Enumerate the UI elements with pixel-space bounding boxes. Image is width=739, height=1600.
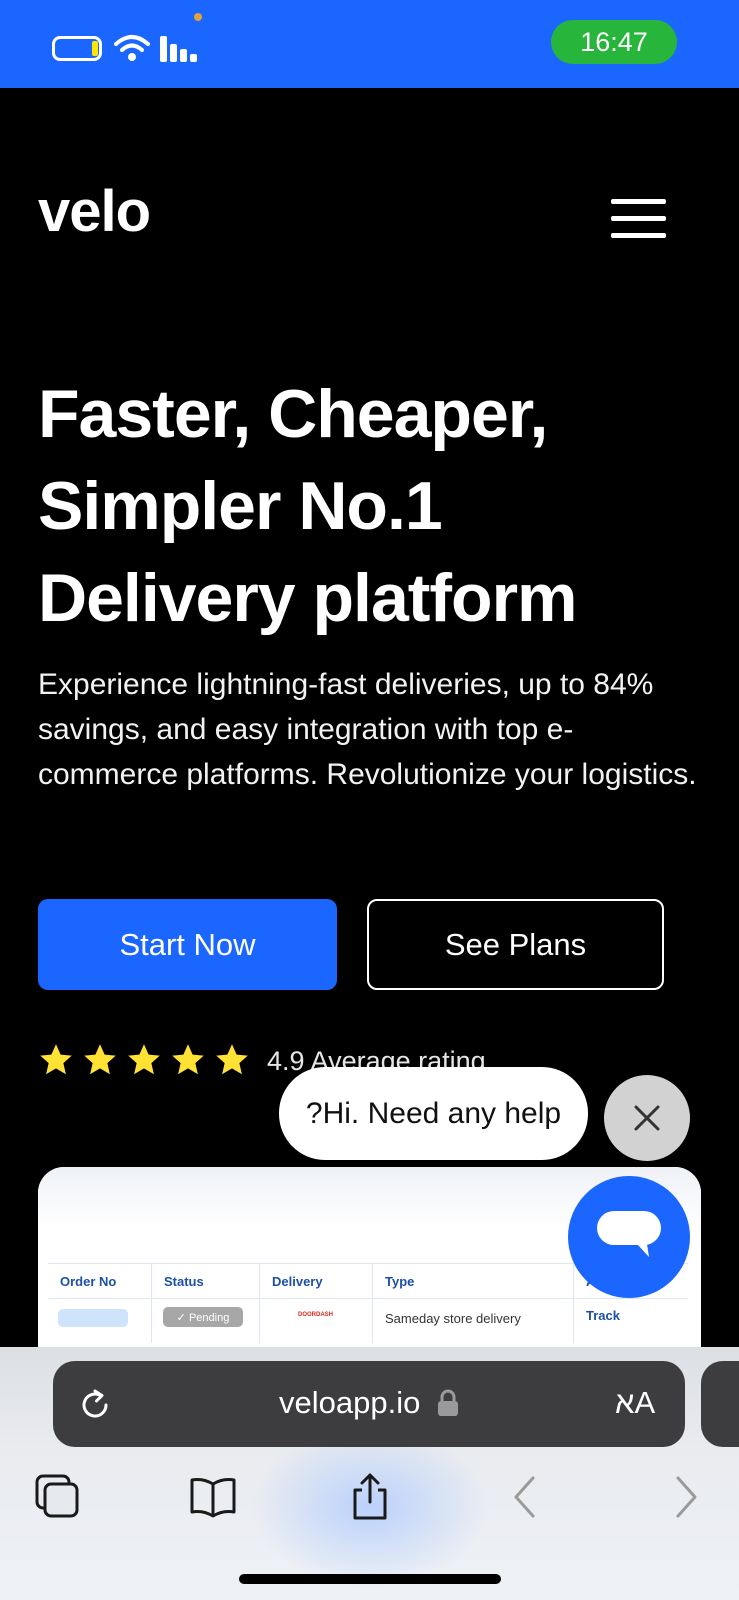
close-icon bbox=[634, 1105, 660, 1131]
share-icon[interactable] bbox=[345, 1472, 395, 1522]
status-bar: 16:47 bbox=[0, 0, 739, 88]
doordash-logo: DOORDASH bbox=[298, 1312, 334, 1318]
delivery-type-cell: Sameday store delivery bbox=[385, 1311, 521, 1326]
star-icon bbox=[40, 1044, 72, 1075]
star-icon bbox=[128, 1044, 160, 1075]
hero-title: Faster, Cheaper, Simpler No.1 Delivery p… bbox=[38, 368, 698, 644]
order-number-placeholder bbox=[58, 1309, 128, 1327]
bookmarks-icon[interactable] bbox=[188, 1472, 238, 1522]
star-icon bbox=[84, 1044, 116, 1075]
column-header: Status bbox=[164, 1274, 204, 1289]
lock-icon bbox=[438, 1389, 458, 1416]
status-badge: ✓ Pending bbox=[163, 1307, 243, 1327]
wifi-icon bbox=[114, 35, 150, 61]
browser-bottom-bar: veloapp.io אA bbox=[0, 1347, 739, 1600]
forward-icon[interactable] bbox=[661, 1472, 711, 1522]
hero-title-line: Faster, Cheaper, bbox=[38, 376, 548, 452]
star-icon bbox=[216, 1044, 248, 1075]
see-plans-button[interactable]: See Plans bbox=[367, 899, 664, 990]
next-tab-peek[interactable] bbox=[701, 1361, 739, 1447]
cellular-signal-icon bbox=[160, 36, 197, 62]
home-indicator[interactable] bbox=[239, 1574, 501, 1584]
column-header: Delivery bbox=[272, 1274, 323, 1289]
hero-description: Experience lightning-fast deliveries, up… bbox=[38, 668, 697, 791]
tabs-icon[interactable] bbox=[33, 1472, 83, 1522]
back-icon[interactable] bbox=[500, 1472, 550, 1522]
velo-logo[interactable]: velo bbox=[38, 178, 151, 245]
column-header: Type bbox=[385, 1274, 415, 1289]
star-icon bbox=[172, 1044, 204, 1075]
help-message-bubble[interactable]: ?Hi. Need any help bbox=[279, 1067, 588, 1160]
reload-icon[interactable] bbox=[77, 1387, 113, 1423]
start-now-button[interactable]: Start Now bbox=[38, 899, 337, 990]
column-header: Order No bbox=[60, 1274, 117, 1289]
track-link[interactable]: Track bbox=[586, 1308, 620, 1323]
status-time: 16:47 bbox=[551, 20, 677, 64]
chat-launcher-button[interactable] bbox=[568, 1176, 690, 1298]
chat-bubble-icon bbox=[597, 1211, 661, 1257]
url-text[interactable]: veloapp.io bbox=[279, 1385, 420, 1421]
rating-stars bbox=[38, 1042, 250, 1082]
hamburger-menu-icon[interactable] bbox=[611, 199, 666, 239]
address-bar[interactable]: veloapp.io אA bbox=[53, 1361, 685, 1447]
hero-title-line: Delivery platform bbox=[38, 560, 578, 636]
close-chat-button[interactable] bbox=[604, 1075, 690, 1161]
battery-level-fill bbox=[92, 41, 98, 56]
camera-indicator-dot bbox=[194, 13, 202, 21]
text-size-button[interactable]: אA bbox=[615, 1385, 655, 1421]
hero-title-line: Simpler No.1 bbox=[38, 468, 443, 544]
